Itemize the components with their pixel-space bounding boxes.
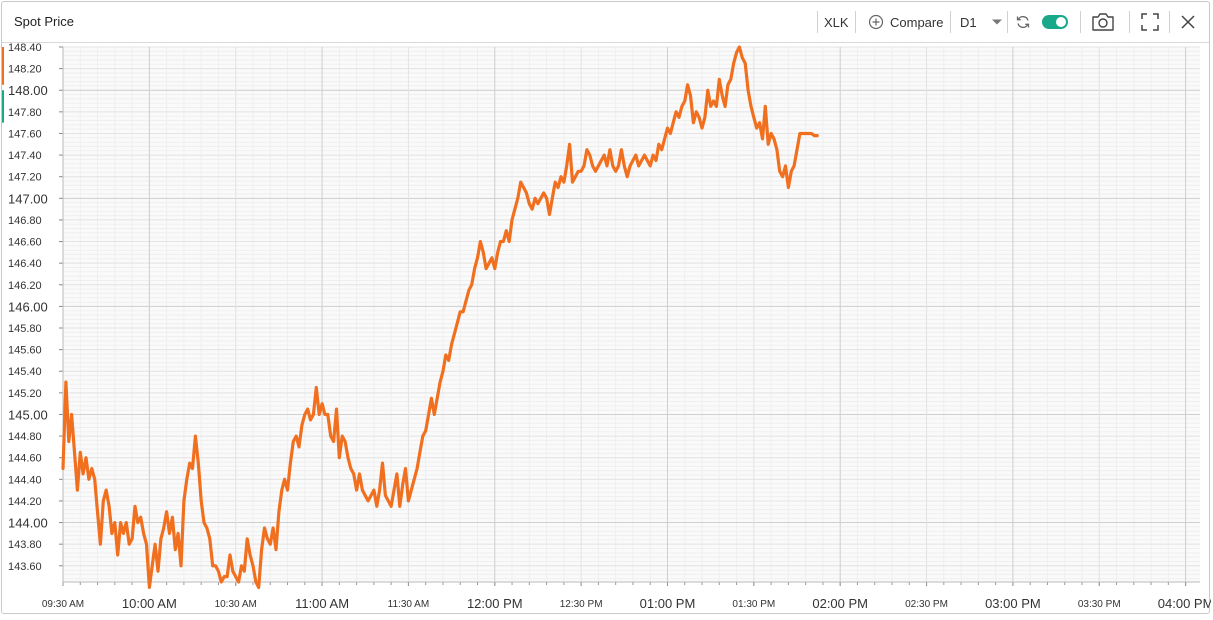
x-tick-label: 10:30 AM	[215, 599, 257, 610]
close-icon	[1181, 15, 1195, 29]
y-tick-label: 144.60	[8, 453, 42, 465]
y-tick-label: 146.60	[8, 237, 42, 249]
timeframe-select[interactable]: D1	[960, 2, 1003, 42]
timeframe-label: D1	[960, 14, 977, 30]
y-tick-label: 144.80	[8, 431, 42, 443]
plot-background	[63, 47, 1200, 582]
toolbar-divider	[817, 11, 818, 33]
toggle-switch	[1042, 15, 1068, 29]
y-tick-label: 147.20	[8, 172, 42, 184]
add-circle-icon	[868, 14, 884, 30]
chart-area[interactable]: 143.60 143.80 144.00 144.20 144.40 144.60 144.…	[2, 42, 1213, 615]
x-tick-label: 03:00 PM	[985, 596, 1041, 611]
screenshot-button[interactable]	[1091, 2, 1115, 42]
y-tick-label: 145.00	[8, 407, 48, 422]
y-tick-label: 146.40	[8, 258, 42, 270]
y-tick-label: 145.40	[8, 366, 42, 378]
x-tick-label: 11:00 AM	[295, 596, 349, 611]
y-tick-label: 145.80	[8, 323, 42, 335]
x-tick-label: 01:30 PM	[732, 599, 775, 610]
toolbar-divider	[1129, 11, 1130, 33]
refresh-icon	[1016, 16, 1030, 28]
y-tick-label: 143.80	[8, 539, 42, 551]
auto-update-toggle[interactable]	[1042, 2, 1068, 42]
y-tick-label: 147.80	[8, 107, 42, 119]
fullscreen-icon	[1141, 13, 1159, 31]
fullscreen-button[interactable]	[1141, 2, 1159, 42]
toolbar-divider	[1080, 11, 1081, 33]
x-tick-label: 03:30 PM	[1078, 599, 1121, 610]
y-tick-label: 148.40	[8, 43, 42, 54]
x-tick-label: 02:30 PM	[905, 599, 948, 610]
refresh-button[interactable]	[1015, 2, 1031, 42]
x-tick-label: 10:00 AM	[122, 596, 177, 611]
x-tick-label: 01:00 PM	[640, 596, 696, 611]
x-tick-label: 12:30 PM	[560, 599, 603, 610]
x-tick-label: 12:00 PM	[467, 596, 523, 611]
toolbar-divider	[1169, 11, 1170, 33]
y-tick-label: 145.20	[8, 388, 42, 400]
symbol-label: XLK	[824, 14, 849, 30]
axis-marker	[2, 47, 4, 85]
y-tick-label: 144.20	[8, 496, 42, 508]
close-button[interactable]	[1181, 2, 1195, 42]
toolbar-divider	[1007, 11, 1008, 33]
x-tick-label: 11:30 AM	[388, 599, 430, 610]
chart-panel: Spot Price XLK Compare D1 143.60 143.80 …	[1, 1, 1213, 615]
axis-marker	[2, 90, 4, 123]
toolbar-divider	[950, 11, 951, 33]
y-tick-label: 147.60	[8, 128, 42, 140]
y-tick-label: 146.20	[8, 280, 42, 292]
panel-title: Spot Price	[14, 14, 74, 29]
y-tick-label: 148.00	[8, 83, 48, 98]
y-tick-label: 148.20	[8, 64, 42, 76]
camera-icon	[1092, 13, 1114, 31]
y-tick-label: 144.00	[8, 516, 48, 531]
symbol-button[interactable]: XLK	[824, 2, 849, 42]
chart-header: Spot Price XLK Compare D1	[2, 2, 1209, 43]
chevron-down-icon	[991, 19, 1002, 25]
x-tick-label: 02:00 PM	[812, 596, 868, 611]
y-tick-label: 146.80	[8, 215, 42, 227]
price-chart[interactable]: 143.60 143.80 144.00 144.20 144.40 144.60 144.…	[2, 42, 1213, 615]
compare-label: Compare	[890, 14, 944, 30]
compare-button[interactable]: Compare	[868, 2, 943, 42]
x-tick-label: 04:00 PM	[1158, 596, 1211, 611]
y-tick-label: 147.40	[8, 150, 42, 162]
x-tick-label: 09:30 AM	[42, 599, 84, 610]
y-tick-label: 146.00	[8, 299, 48, 314]
toolbar-divider	[855, 11, 856, 33]
y-tick-label: 147.00	[8, 191, 48, 206]
y-tick-label: 145.60	[8, 345, 42, 357]
y-tick-label: 143.60	[8, 561, 42, 573]
y-tick-label: 144.40	[8, 474, 42, 486]
